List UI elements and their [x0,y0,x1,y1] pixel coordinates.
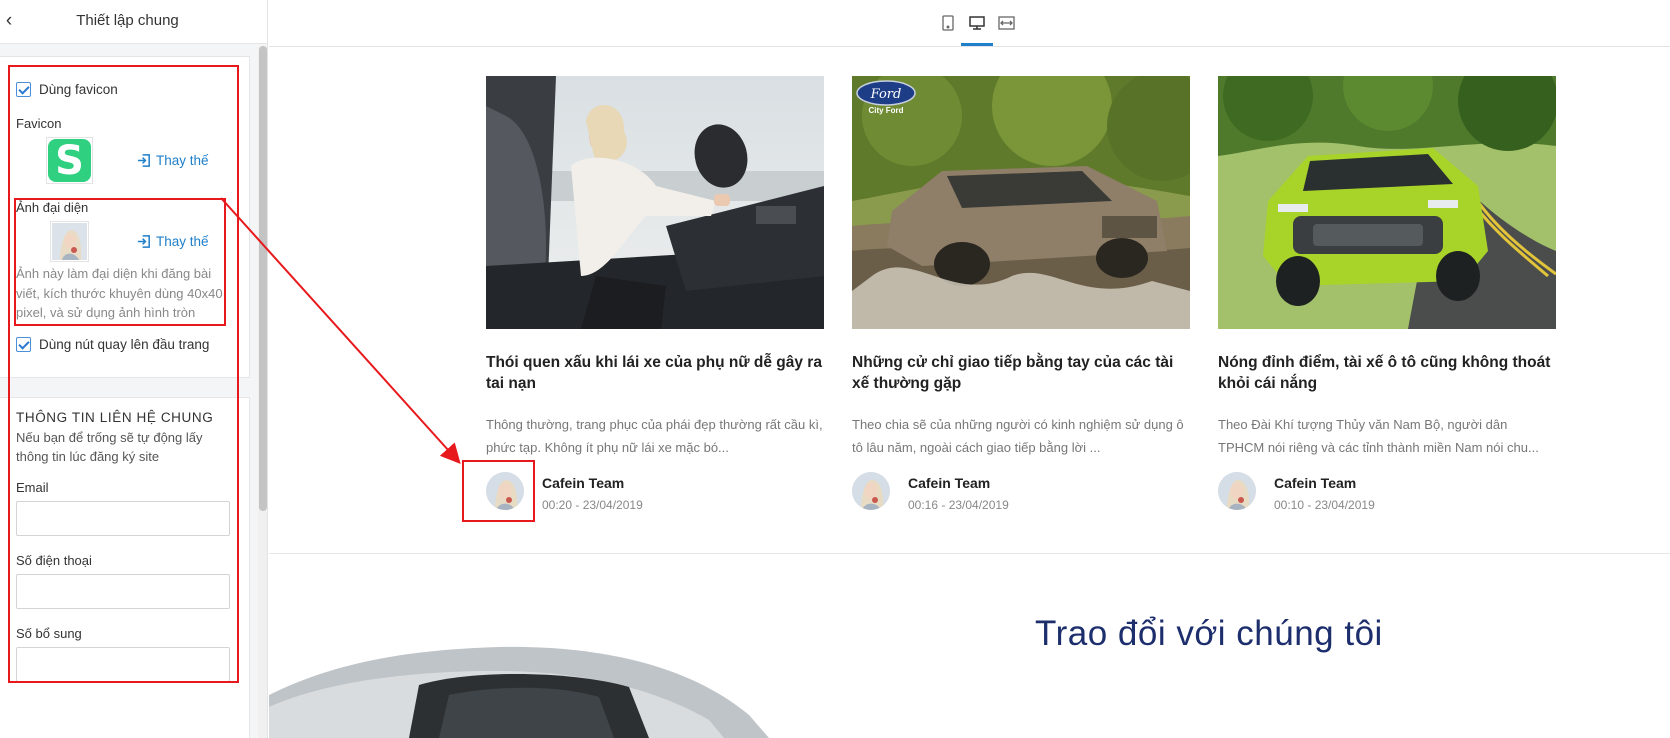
page-root: ‹ Thiết lập chung Dùng favicon Favicon S… [0,0,1670,738]
annotation-arrow [220,197,461,464]
